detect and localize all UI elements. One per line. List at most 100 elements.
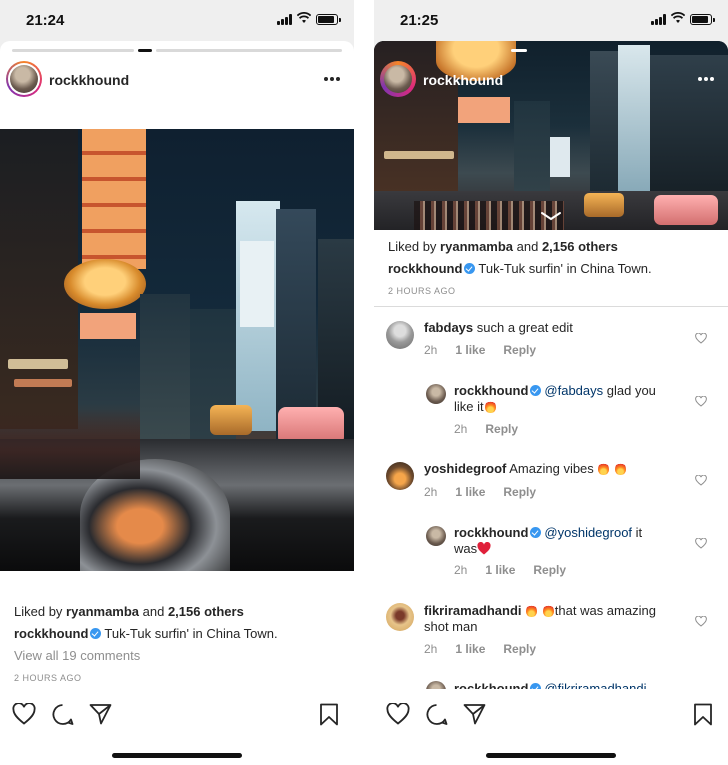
liked-by-user[interactable]: ryanmamba	[440, 239, 513, 254]
home-indicator[interactable]	[112, 753, 242, 758]
more-options-icon[interactable]	[324, 76, 342, 82]
comment-like-heart-icon[interactable]	[695, 396, 707, 407]
likes-count[interactable]: 2,156 others	[168, 604, 244, 619]
fire-emoji	[526, 604, 538, 617]
bookmark-icon[interactable]	[319, 703, 339, 726]
comment-reply: rockkhound @fikriramadhandi	[454, 681, 694, 689]
heart-icon[interactable]	[12, 703, 36, 725]
comment-time: 2h	[424, 642, 438, 656]
status-time: 21:24	[26, 12, 65, 29]
caption-username[interactable]: rockkhound	[14, 626, 88, 641]
battery-icon	[690, 14, 715, 25]
comment-like-heart-icon[interactable]	[695, 333, 707, 344]
post-sheet: rockkhound Liked by ryanmamba and 2,156 …	[0, 41, 354, 765]
comment-meta: 2h 1 like Reply	[424, 485, 554, 499]
comment-like-heart-icon[interactable]	[695, 538, 707, 549]
reply-button[interactable]: Reply	[485, 422, 518, 436]
commenter-avatar[interactable]	[386, 462, 414, 490]
verified-icon	[530, 527, 542, 538]
status-time: 21:25	[400, 12, 439, 29]
comment-text: was	[454, 541, 478, 556]
bookmark-icon[interactable]	[693, 703, 713, 726]
comment-likes-link[interactable]: 1 like	[455, 485, 485, 499]
liked-by-and: and	[513, 239, 542, 254]
share-icon[interactable]	[89, 703, 112, 725]
heart-icon[interactable]	[386, 703, 410, 725]
left-phone-screen: 21:24 rockkhound Liked by ryanmamba and …	[0, 0, 354, 765]
reply-button[interactable]: Reply	[503, 343, 536, 357]
wifi-icon	[671, 12, 685, 23]
mention-link[interactable]: @fikriramadhandi	[544, 681, 646, 689]
avatar[interactable]	[6, 61, 42, 97]
comment-username[interactable]: yoshidegroof	[424, 461, 506, 476]
post-header: rockkhound	[374, 59, 728, 115]
story-progress-active	[138, 49, 152, 52]
collapse-chevron-icon[interactable]	[540, 211, 562, 221]
comment-text: like it	[454, 399, 484, 414]
caption-username[interactable]: rockkhound	[388, 261, 462, 276]
liked-by-user[interactable]: ryanmamba	[66, 604, 139, 619]
comment-time: 2h	[454, 563, 468, 577]
post-timestamp: 2 HOURS AGO	[388, 286, 456, 296]
comment-username[interactable]: rockkhound	[454, 525, 528, 540]
comment-meta: 2h Reply	[454, 422, 536, 436]
comment-text: shot man	[424, 619, 478, 634]
story-progress-segment	[156, 49, 342, 52]
post-timestamp: 2 HOURS AGO	[14, 673, 82, 683]
mention-link[interactable]: @fabdays	[544, 383, 603, 398]
post-action-bar	[0, 695, 354, 735]
post-action-bar	[374, 695, 728, 735]
caption-text: Tuk-Tuk surfin' in China Town.	[478, 261, 652, 276]
comment-icon[interactable]	[51, 703, 74, 726]
right-phone-screen: 21:25 rockkhound Liked by ryanmamba and …	[374, 0, 728, 765]
reply-avatar[interactable]	[426, 526, 446, 546]
comment-time: 2h	[424, 343, 438, 357]
comment-likes-link[interactable]: 1 like	[485, 563, 515, 577]
reply-avatar[interactable]	[426, 384, 446, 404]
fire-emoji	[615, 462, 627, 475]
avatar[interactable]	[380, 61, 416, 97]
likes-count[interactable]: 2,156 others	[542, 239, 618, 254]
fire-emoji	[598, 462, 610, 475]
reply-button[interactable]: Reply	[503, 642, 536, 656]
post-username[interactable]: rockkhound	[423, 72, 503, 88]
verified-icon	[530, 385, 542, 396]
liked-by-and: and	[139, 604, 168, 619]
comment-username[interactable]: rockkhound	[454, 383, 528, 398]
battery-icon	[316, 14, 341, 25]
liked-by-label: Liked by	[388, 239, 441, 254]
share-icon[interactable]	[463, 703, 486, 725]
comment-likes-link[interactable]: 1 like	[455, 343, 485, 357]
signal-icon	[277, 14, 294, 25]
commenter-avatar[interactable]	[386, 603, 414, 631]
comment: fabdays such a great edit	[424, 320, 694, 336]
heart-emoji	[477, 542, 491, 555]
comment-username[interactable]: rockkhound	[454, 681, 528, 689]
comment-likes-link[interactable]: 1 like	[455, 642, 485, 656]
comment-username[interactable]: fikriramadhandi	[424, 603, 522, 618]
comment-like-heart-icon[interactable]	[695, 475, 707, 486]
likes-line: Liked by ryanmamba and 2,156 others	[14, 601, 278, 623]
comment-text: Amazing vibes	[509, 461, 594, 476]
verified-icon	[530, 683, 542, 689]
reply-button[interactable]: Reply	[503, 485, 536, 499]
home-indicator[interactable]	[486, 753, 616, 758]
more-options-icon[interactable]	[698, 76, 716, 82]
reply-button[interactable]: Reply	[533, 563, 566, 577]
comment-username[interactable]: fabdays	[424, 320, 473, 335]
comment-icon[interactable]	[425, 703, 448, 726]
comment-like-heart-icon[interactable]	[695, 616, 707, 627]
likes-line: Liked by ryanmamba and 2,156 others	[388, 236, 652, 258]
caption-line: rockkhound Tuk-Tuk surfin' in China Town.	[388, 258, 652, 280]
post-username[interactable]: rockkhound	[49, 72, 129, 88]
post-caption-block: Liked by ryanmamba and 2,156 others rock…	[388, 236, 652, 302]
comment-reply: rockkhound @yoshidegroof it was	[454, 525, 694, 557]
view-all-comments-link[interactable]: View all 19 comments	[14, 645, 278, 667]
caption-text: Tuk-Tuk surfin' in China Town.	[104, 626, 278, 641]
commenter-avatar[interactable]	[386, 321, 414, 349]
story-progress-active	[511, 49, 527, 52]
mention-link[interactable]: @yoshidegroof	[544, 525, 632, 540]
liked-by-label: Liked by	[14, 604, 67, 619]
reply-avatar[interactable]	[426, 681, 446, 689]
post-photo[interactable]	[0, 129, 354, 571]
